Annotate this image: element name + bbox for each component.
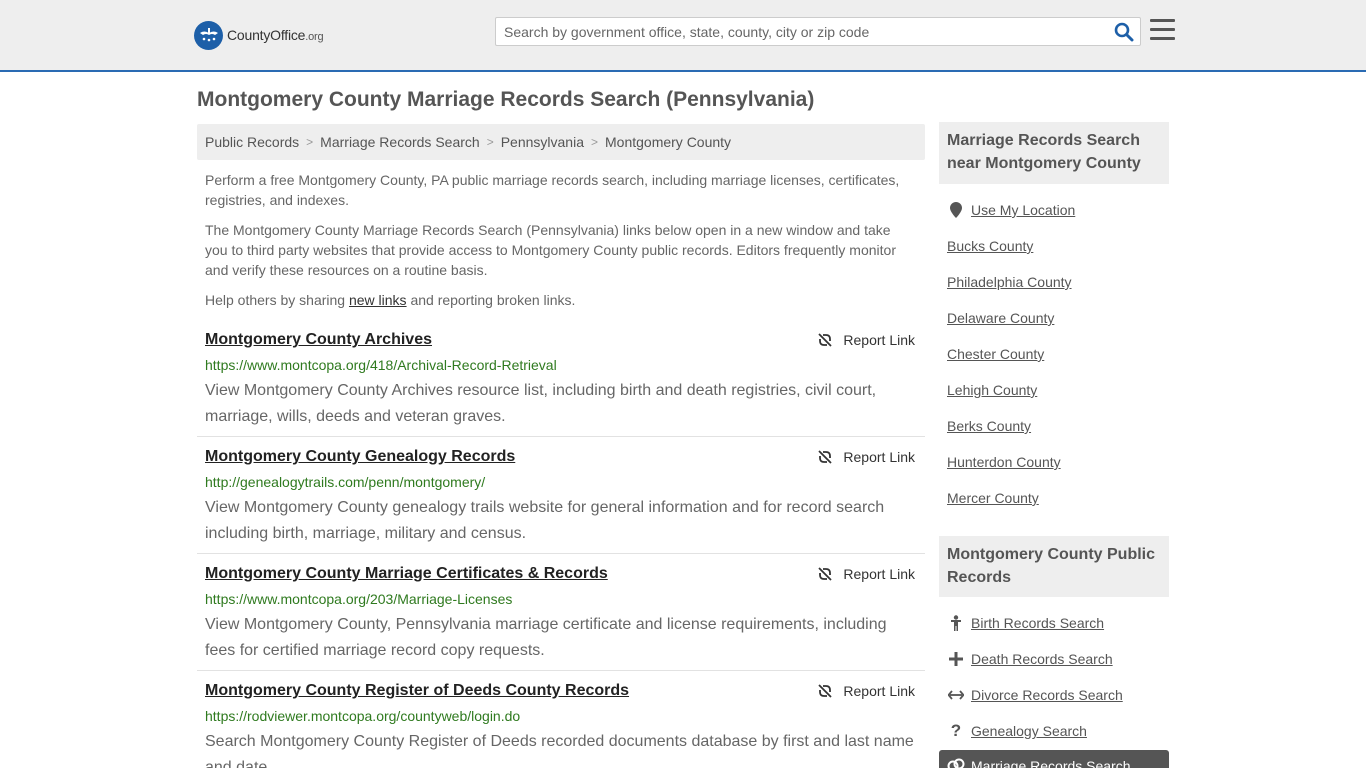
page-title: Montgomery County Marriage Records Searc… <box>197 88 815 111</box>
result-description: View Montgomery County, Pennsylvania mar… <box>205 616 887 659</box>
search-bar <box>495 17 1141 46</box>
broken-link-icon <box>818 333 833 347</box>
result-divider <box>197 670 925 671</box>
child-icon <box>947 614 965 632</box>
sidebar-item-delaware-county[interactable]: Delaware County <box>947 310 1054 326</box>
sidebar-item-philadelphia-county[interactable]: Philadelphia County <box>947 274 1072 290</box>
sidebar-item-death-records[interactable]: Death Records Search <box>971 651 1113 667</box>
sidebar-item-lehigh-county[interactable]: Lehigh County <box>947 382 1037 398</box>
result-title-link[interactable]: Montgomery County Marriage Certificates … <box>205 565 608 583</box>
report-link-label: Report Link <box>843 683 915 699</box>
broken-link-icon <box>818 450 833 464</box>
map-pin-icon <box>947 201 965 219</box>
sidebar-item-marriage-records-label: Marriage Records Search <box>971 758 1131 768</box>
logo-tld: .org <box>305 31 324 43</box>
intro-report-text: and reporting broken links. <box>406 292 576 308</box>
result-url: https://rodviewer.montcopa.org/countyweb… <box>205 708 521 724</box>
broken-link-icon <box>818 567 833 581</box>
use-my-location-link[interactable]: Use My Location <box>971 202 1075 218</box>
report-link-button[interactable]: Report Link <box>817 332 915 348</box>
result-url: http://genealogytrails.com/penn/montgome… <box>205 474 486 490</box>
sidebar-public-records-heading: Montgomery County Public Records <box>939 536 1169 597</box>
breadcrumb-pennsylvania[interactable]: Pennsylvania <box>501 134 584 150</box>
intro-share-text: Help others by sharing <box>205 292 349 308</box>
new-links-link[interactable]: new links <box>349 292 407 308</box>
arrows-icon <box>947 686 965 704</box>
result-item: Montgomery County Archives Report Link h… <box>197 331 925 431</box>
result-description: View Montgomery County genealogy trails … <box>205 499 885 542</box>
search-icon[interactable] <box>1114 22 1134 42</box>
result-url: https://www.montcopa.org/203/Marriage-Li… <box>205 591 513 607</box>
result-title-link[interactable]: Montgomery County Archives <box>205 331 432 349</box>
report-link-label: Report Link <box>843 332 915 348</box>
report-link-button[interactable]: Report Link <box>817 449 915 465</box>
search-input[interactable] <box>496 18 1106 45</box>
logo-name: CountyOffice <box>227 27 306 43</box>
breadcrumb-marriage-records-search[interactable]: Marriage Records Search <box>320 134 480 150</box>
result-description: View Montgomery County Archives resource… <box>205 382 877 425</box>
logo-text: CountyOffice.org <box>227 27 324 43</box>
cross-icon <box>947 650 965 668</box>
breadcrumb-public-records[interactable]: Public Records <box>205 134 299 150</box>
broken-link-icon <box>818 684 833 698</box>
sidebar-item-divorce-records[interactable]: Divorce Records Search <box>971 687 1123 703</box>
sidebar-nearby-heading: Marriage Records Search near Montgomery … <box>939 122 1169 184</box>
intro-paragraph-2: The Montgomery County Marriage Records S… <box>205 222 896 278</box>
sidebar-item-chester-county[interactable]: Chester County <box>947 346 1044 362</box>
report-link-label: Report Link <box>843 566 915 582</box>
result-title-link[interactable]: Montgomery County Genealogy Records <box>205 448 515 466</box>
sidebar-item-birth-records[interactable]: Birth Records Search <box>971 615 1104 631</box>
breadcrumb-montgomery-county[interactable]: Montgomery County <box>605 134 731 150</box>
sidebar-item-hunterdon-county[interactable]: Hunterdon County <box>947 454 1061 470</box>
result-item: Montgomery County Marriage Certificates … <box>197 565 925 665</box>
result-url: https://www.montcopa.org/418/Archival-Re… <box>205 357 557 373</box>
sidebar-item-mercer-county[interactable]: Mercer County <box>947 490 1039 506</box>
result-title-link[interactable]: Montgomery County Register of Deeds Coun… <box>205 682 629 700</box>
result-item: Montgomery County Genealogy Records Repo… <box>197 448 925 548</box>
sidebar-item-genealogy-search[interactable]: Genealogy Search <box>971 723 1087 739</box>
hamburger-menu-icon[interactable] <box>1150 19 1175 41</box>
report-link-button[interactable]: Report Link <box>817 683 915 699</box>
sidebar-item-marriage-records-active[interactable]: Marriage Records Search <box>939 750 1169 768</box>
sidebar-item-berks-county[interactable]: Berks County <box>947 418 1031 434</box>
result-divider <box>197 436 925 437</box>
report-link-label: Report Link <box>843 449 915 465</box>
question-icon: ? <box>950 721 962 740</box>
rings-icon <box>947 758 965 768</box>
breadcrumb-separator-icon: > <box>306 135 314 149</box>
site-logo[interactable]: CountyOffice.org <box>194 20 324 50</box>
intro-paragraph-1: Perform a free Montgomery County, PA pub… <box>205 172 900 208</box>
logo-badge-icon <box>194 20 223 50</box>
breadcrumb-separator-icon: > <box>590 135 598 149</box>
breadcrumb: Public Records > Marriage Records Search… <box>197 124 925 160</box>
result-divider <box>197 553 925 554</box>
result-item: Montgomery County Register of Deeds Coun… <box>197 682 925 768</box>
intro-paragraph-3: Help others by sharing new links and rep… <box>205 290 917 310</box>
result-description: Search Montgomery County Register of Dee… <box>205 733 914 768</box>
site-header: CountyOffice.org <box>0 0 1366 72</box>
sidebar-item-bucks-county[interactable]: Bucks County <box>947 238 1033 254</box>
report-link-button[interactable]: Report Link <box>817 566 915 582</box>
breadcrumb-separator-icon: > <box>486 135 494 149</box>
